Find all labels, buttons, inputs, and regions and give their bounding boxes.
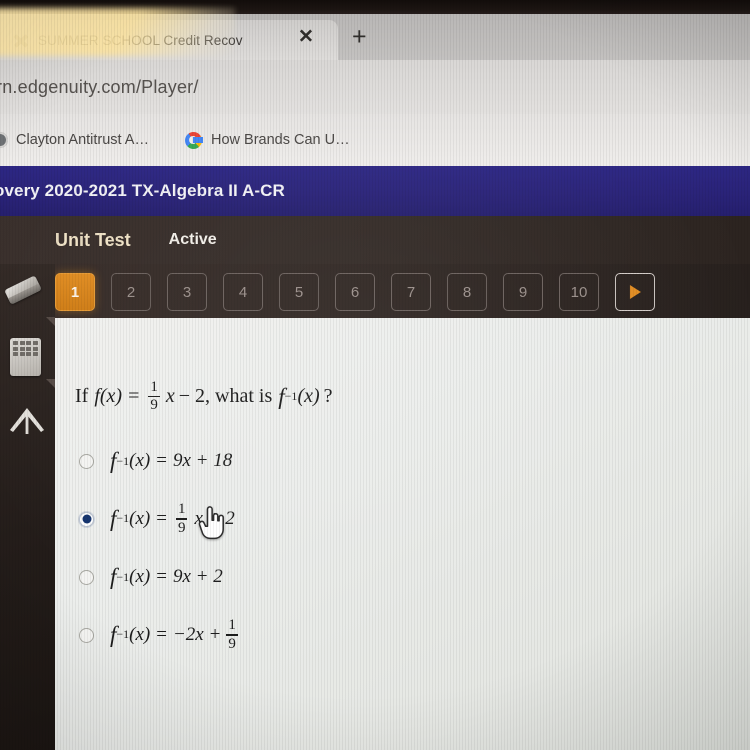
browser-tab-title: SUMMER SCHOOL Credit Recove	[38, 32, 243, 48]
x-favicon	[12, 32, 29, 49]
assignment-status-label: Active	[168, 231, 217, 248]
option-arg: (x)	[129, 566, 151, 587]
browser-tabstrip: SUMMER SCHOOL Credit Recove ✕ +	[0, 14, 750, 60]
question-stem: If f (x) = 1 9 x − 2 , what is f −1 (x) …	[75, 380, 333, 413]
answer-option-d-text: f −1 (x) = −2x + 1 9	[110, 618, 241, 651]
question-button-1[interactable]: 1	[55, 273, 95, 311]
eraser-icon	[4, 275, 42, 305]
answer-option-b[interactable]: f −1 (x) = 1 9 x + 2	[79, 496, 579, 542]
question-button-5[interactable]: 5	[279, 273, 319, 311]
course-header: overy 2020-2021 TX-Algebra II A-CR	[0, 166, 750, 216]
question-panel: If f (x) = 1 9 x − 2 , what is f −1 (x) …	[55, 318, 750, 750]
option-rhs: 9x + 2	[172, 566, 223, 587]
option-fraction: 1 9	[175, 501, 188, 536]
bookmark-label: How Brands Can U…	[210, 132, 350, 148]
option-exponent: −1	[116, 627, 130, 642]
fraction-denominator: 9	[228, 635, 236, 652]
arrow-up-tool-button[interactable]	[0, 388, 55, 450]
option-rhs-head: −2x +	[172, 623, 222, 645]
fraction-numerator: 1	[228, 617, 236, 634]
radio-button-d[interactable]	[79, 627, 94, 643]
option-equals: =	[156, 450, 167, 471]
question-button-9[interactable]: 9	[503, 273, 543, 311]
bookmark-label: Clayton Antitrust A…	[16, 132, 149, 148]
option-rhs: 9x + 18	[172, 450, 233, 471]
bookmarks-bar: Clayton Antitrust A… How Brands Can U…	[0, 114, 750, 166]
stem-constant: − 2	[178, 385, 206, 408]
option-fraction: 1 9	[226, 618, 238, 651]
answer-option-c-text: f −1 (x) = 9x + 2	[110, 564, 223, 590]
answer-option-c[interactable]: f −1 (x) = 9x + 2	[79, 554, 579, 600]
answer-option-a-text: f −1 (x) = 9x + 18	[110, 448, 232, 474]
stem-variable: x	[165, 385, 175, 408]
stem-inverse-exponent: −1	[284, 389, 298, 404]
stem-prefix: If	[75, 385, 89, 408]
assignment-type-label: Unit Test	[55, 229, 131, 250]
next-arrow-icon[interactable]	[615, 273, 655, 311]
question-button-2[interactable]: 2	[111, 273, 151, 311]
radio-button-a[interactable]	[79, 453, 94, 469]
browser-tab[interactable]: SUMMER SCHOOL Credit Recove	[0, 20, 338, 60]
tool-rail	[0, 264, 55, 750]
stem-coefficient-fraction: 1 9	[148, 380, 160, 413]
answer-options: f −1 (x) = 9x + 18 f −1 (x) = 1 9 x 2 f …	[79, 438, 579, 670]
answer-option-a[interactable]: f −1 (x) = 9x + 18	[79, 438, 579, 484]
google-icon	[184, 131, 203, 149]
question-button-6[interactable]: 6	[335, 273, 375, 311]
address-bar[interactable]: rn.edgenuity.com/Player/	[0, 60, 750, 114]
url-text: rn.edgenuity.com/Player/	[0, 76, 199, 97]
course-title: overy 2020-2021 TX-Algebra II A-CR	[0, 181, 285, 200]
option-exponent: −1	[116, 453, 130, 468]
new-tab-button[interactable]: +	[352, 24, 367, 50]
question-button-10[interactable]: 10	[559, 273, 599, 311]
option-exponent: −1	[116, 511, 130, 526]
option-equals: =	[156, 623, 167, 645]
assignment-header: Unit Test Active	[0, 216, 750, 264]
fraction-numerator: 1	[150, 379, 158, 395]
fraction-denominator: 9	[150, 397, 158, 414]
calculator-icon	[10, 338, 41, 376]
stem-mid: , what is	[205, 385, 273, 408]
radio-button-c[interactable]	[79, 569, 94, 585]
tool-divider	[46, 317, 55, 326]
globe-icon	[0, 132, 8, 148]
option-arg: (x)	[129, 623, 151, 645]
bookmark-clayton-antitrust[interactable]: Clayton Antitrust A…	[0, 132, 149, 148]
question-button-8[interactable]: 8	[447, 273, 487, 311]
stem-inverse-arg: (x)	[297, 385, 320, 408]
option-arg: (x)	[129, 507, 151, 529]
pointing-hand-cursor	[198, 506, 224, 540]
radio-button-b[interactable]	[79, 511, 94, 527]
arrow-up-icon	[10, 408, 44, 434]
close-icon[interactable]: ✕	[298, 28, 314, 47]
option-equals: =	[156, 507, 167, 529]
question-button-7[interactable]: 7	[391, 273, 431, 311]
fraction-numerator: 1	[177, 501, 186, 518]
question-button-4[interactable]: 4	[223, 273, 263, 311]
stem-fn-arg: (x)	[99, 385, 123, 408]
stem-equals: =	[128, 385, 140, 408]
fraction-denominator: 9	[177, 519, 186, 536]
option-exponent: −1	[116, 569, 130, 584]
question-button-3[interactable]: 3	[167, 273, 207, 311]
question-navigator: 1 2 3 4 5 6 7 8 9 10	[0, 264, 750, 320]
edgenuity-player: overy 2020-2021 TX-Algebra II A-CR Unit …	[0, 166, 750, 750]
browser-chrome: SUMMER SCHOOL Credit Recove ✕ + rn.edgen…	[0, 14, 750, 166]
tool-divider	[46, 379, 55, 388]
answer-option-d[interactable]: f −1 (x) = −2x + 1 9	[79, 612, 579, 658]
option-arg: (x)	[129, 450, 151, 471]
bookmark-how-brands-can-u[interactable]: How Brands Can U…	[184, 131, 350, 149]
option-equals: =	[156, 566, 167, 587]
monitor-photo: SUMMER SCHOOL Credit Recove ✕ + rn.edgen…	[0, 0, 750, 750]
stem-question-mark: ?	[323, 385, 333, 408]
